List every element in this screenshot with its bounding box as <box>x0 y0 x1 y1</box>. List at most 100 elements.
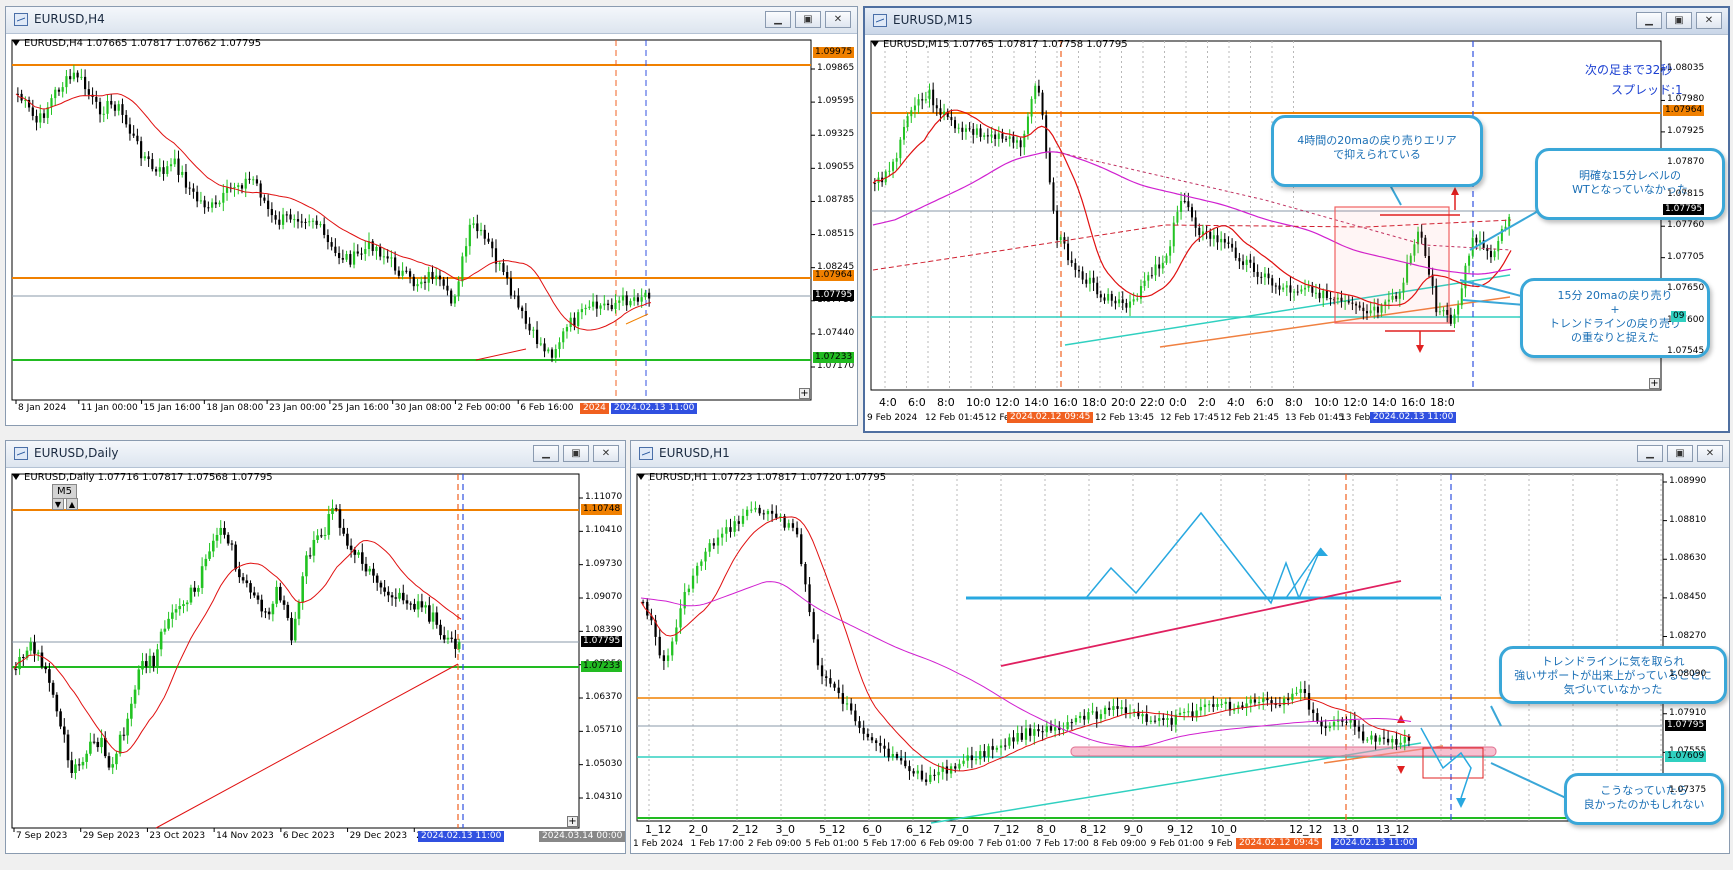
zoom-in-icon[interactable]: + <box>1649 378 1660 389</box>
day-label: 10_0 <box>1210 823 1238 836</box>
candle-body <box>1026 116 1029 134</box>
candle-body <box>207 207 210 209</box>
candle-body <box>791 523 795 528</box>
candle-body <box>962 760 965 764</box>
candle-body <box>1096 282 1099 295</box>
candle-body <box>758 507 761 514</box>
zoom-in-icon[interactable]: + <box>567 816 578 827</box>
title-bar[interactable]: EURUSD,M15 ▁ ▣ ✕ <box>865 8 1728 35</box>
candle-body <box>592 301 595 307</box>
candle-body <box>308 221 311 223</box>
title-bar[interactable]: EURUSD,H4 ▁ ▣ ✕ <box>6 7 857 34</box>
candle-body <box>383 587 386 592</box>
price-label: 1.07760 <box>1667 220 1705 231</box>
minimize-button[interactable]: ▁ <box>765 11 791 28</box>
pattern-sketch <box>1085 511 1322 605</box>
candle-body <box>904 760 907 767</box>
candle-body <box>975 128 978 135</box>
candle-body <box>1059 237 1062 241</box>
candle-body <box>1216 235 1219 243</box>
candle-body <box>658 636 661 656</box>
close-button[interactable]: ✕ <box>593 445 619 462</box>
candle-body <box>48 669 51 683</box>
minimize-button[interactable]: ▁ <box>1637 445 1663 462</box>
plot-frame <box>11 473 580 829</box>
candle-body <box>1016 140 1019 143</box>
candle-body <box>214 202 217 205</box>
title-bar[interactable]: EURUSD,Daily ▁ ▣ ✕ <box>6 441 625 468</box>
scroll-down-icon[interactable]: ▼ <box>52 498 64 510</box>
candle-body <box>192 188 195 192</box>
collapse-icon[interactable] <box>637 474 645 480</box>
candle-body <box>133 689 137 704</box>
timeframe-badge[interactable]: M5 <box>52 484 77 499</box>
candle-body <box>543 343 546 352</box>
candle-body <box>140 141 143 159</box>
zoom-in-icon[interactable]: + <box>799 388 810 399</box>
title-bar[interactable]: EURUSD,H1 ▁ ▣ ✕ <box>631 441 1729 468</box>
candle-body <box>345 254 348 260</box>
candle-body <box>39 113 42 123</box>
candle-body <box>986 135 989 137</box>
chart-window-h4[interactable]: EURUSD,H4 ▁ ▣ ✕ EURUSD,H4 1.07665 1.0781… <box>5 6 858 426</box>
candle-body <box>932 89 935 106</box>
hour-label: 22:0 <box>1140 396 1165 409</box>
price-label: 1.09865 <box>817 63 855 73</box>
collapse-icon[interactable] <box>12 474 20 480</box>
time-tag-red: 2024.02.12 09:45 <box>1007 412 1094 423</box>
candle-body <box>233 186 236 188</box>
chart-window-h1[interactable]: EURUSD,H1 ▁ ▣ ✕ EURUSD,H1 1.07723 1.0781… <box>630 440 1730 854</box>
candle-body <box>143 156 146 159</box>
minimize-button[interactable]: ▁ <box>533 445 559 462</box>
price-chart[interactable]: EURUSD,Daily 1.07716 1.07817 1.07568 1.0… <box>6 468 625 853</box>
maximize-button[interactable]: ▣ <box>1667 445 1693 462</box>
candle-body <box>588 306 591 308</box>
time-label: 11 Jan 00:00 <box>80 403 138 413</box>
arrow-down-icon <box>1397 766 1405 774</box>
candle-body <box>1195 710 1198 717</box>
collapse-icon[interactable] <box>871 41 879 47</box>
candle-body <box>40 652 44 667</box>
price-chart[interactable]: EURUSD,M15 1.07765 1.07817 1.07758 1.077… <box>865 35 1728 431</box>
candle-body <box>193 587 196 592</box>
candle-body <box>498 263 501 265</box>
chart-window-m15[interactable]: EURUSD,M15 ▁ ▣ ✕ EURUSD,M15 1.07765 1.07… <box>863 6 1730 433</box>
candle-body <box>929 774 932 782</box>
candle-body <box>991 746 994 750</box>
day-label: 7_0 <box>949 823 970 836</box>
candle-body <box>958 763 961 769</box>
close-button[interactable]: ✕ <box>1697 445 1723 462</box>
price-chart[interactable]: EURUSD,H1 1.07723 1.07817 1.07720 1.0779… <box>631 468 1729 853</box>
price-label: 1.08450 <box>1669 591 1707 602</box>
candle-body <box>1278 285 1281 290</box>
candle-body <box>148 655 152 667</box>
candle-body <box>386 256 389 259</box>
zone-box <box>1334 206 1450 324</box>
candle-body <box>118 734 122 754</box>
close-button[interactable]: ✕ <box>1696 12 1722 29</box>
collapse-icon[interactable] <box>12 40 20 46</box>
candle-body <box>696 565 699 576</box>
maximize-button[interactable]: ▣ <box>563 445 589 462</box>
maximize-button[interactable]: ▣ <box>1666 12 1692 29</box>
candle-body <box>57 89 61 92</box>
candle-body <box>110 100 113 105</box>
candle-body <box>1361 731 1365 741</box>
candle-body <box>820 665 824 677</box>
hour-label: 2:0 <box>1198 396 1216 409</box>
window-title: EURUSD,H4 <box>34 12 105 26</box>
price-chart[interactable]: EURUSD,H4 1.07665 1.07817 1.07662 1.0779… <box>6 34 857 425</box>
candle-body <box>416 601 420 610</box>
candle-body <box>225 187 229 193</box>
minimize-button[interactable]: ▁ <box>1636 12 1662 29</box>
price-tag-orange: 1.09975 <box>813 47 855 58</box>
close-button[interactable]: ✕ <box>825 11 851 28</box>
candle-body <box>405 600 409 604</box>
candle-body <box>633 297 636 301</box>
price-label: 1.08810 <box>1669 514 1707 525</box>
candle-body <box>1249 699 1252 704</box>
maximize-button[interactable]: ▣ <box>795 11 821 28</box>
chart-window-daily[interactable]: EURUSD,Daily ▁ ▣ ✕ EURUSD,Daily 1.07716 … <box>5 440 626 854</box>
scroll-up-icon[interactable]: ▲ <box>66 498 78 510</box>
candle-body <box>267 200 270 210</box>
